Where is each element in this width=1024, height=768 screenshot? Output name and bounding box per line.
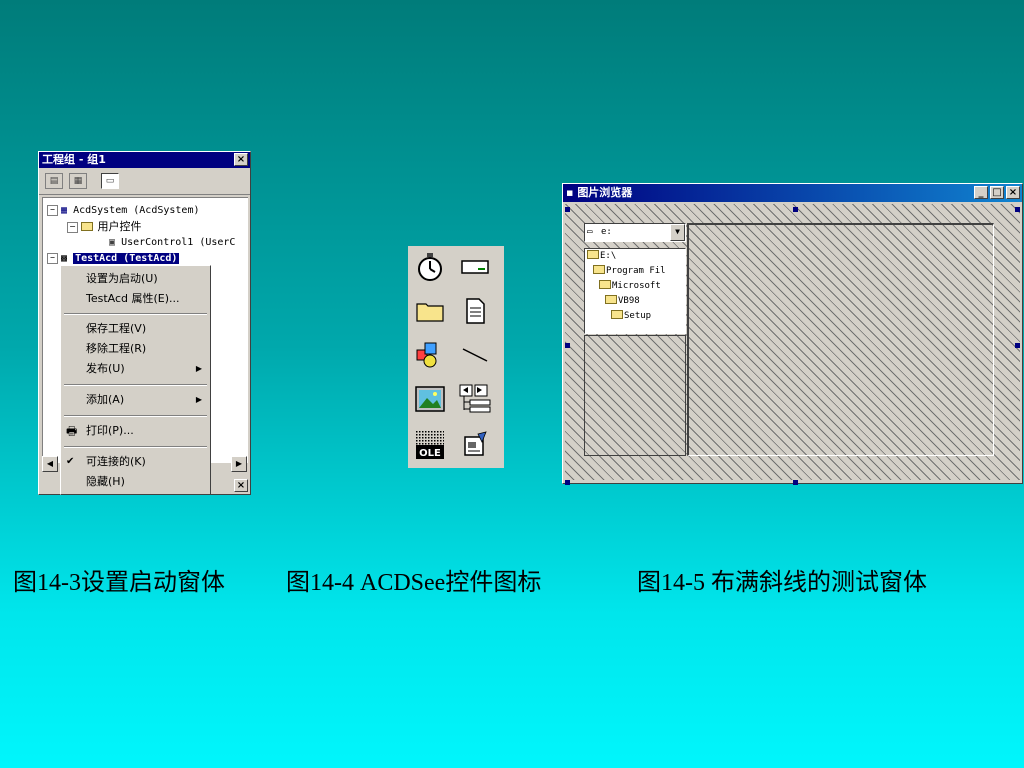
tree-node-testacd[interactable]: − ▩ TestAcd (TestAcd) <box>47 252 180 266</box>
tree-node-label: AcdSystem (AcdSystem) <box>73 205 200 216</box>
scroll-left-icon[interactable]: ◀ <box>42 456 58 472</box>
resize-handle[interactable] <box>1015 207 1020 212</box>
submenu-arrow-icon: ▶ <box>195 395 202 404</box>
menu-item-label: 添加(A) <box>86 393 125 406</box>
usercontrol-icon: ▣ <box>109 237 116 248</box>
menu-item-label: 打印(P)... <box>86 424 134 437</box>
minimize-button[interactable]: _ <box>974 186 988 199</box>
browser-window-title: 图片浏览器 <box>577 186 633 199</box>
folder-icon[interactable] <box>413 294 447 328</box>
picture-browser-window: ▪ 图片浏览器 _ □ × ▭ e: ▼ E:\ Program Fil Mic… <box>562 183 1023 485</box>
open-folder-icon <box>599 280 611 289</box>
drive-listbox-icon[interactable] <box>458 250 492 284</box>
menu-item-dockable[interactable]: ✔ 可连接的(K) <box>61 452 210 472</box>
menu-separator <box>64 384 207 386</box>
checkmark-icon: ✔ <box>66 456 75 467</box>
drive-combobox[interactable]: ▭ e: ▼ <box>584 223 686 242</box>
tree-node-label-selected: TestAcd (TestAcd) <box>73 253 180 264</box>
dir-item[interactable]: Microsoft <box>599 279 661 294</box>
submenu-arrow-icon: ▶ <box>195 364 202 373</box>
toggle-folders-icon[interactable]: ▭ <box>101 173 119 189</box>
menu-separator <box>64 415 207 417</box>
ole-icon[interactable]: OLE <box>413 428 447 462</box>
tree-node-usercontrols[interactable]: − 用户控件 <box>67 220 142 234</box>
resize-handle[interactable] <box>1015 343 1020 348</box>
menu-item-label: 可连接的(K) <box>86 455 146 468</box>
menu-item-label: 隐藏(H) <box>86 475 125 488</box>
menu-item-save-project[interactable]: 保存工程(V) <box>61 319 210 339</box>
menu-item-label: 设置为启动(U) <box>86 272 158 285</box>
resize-handle[interactable] <box>565 207 570 212</box>
menu-item-label: 移除工程(R) <box>86 342 147 355</box>
tree-node-label: UserControl1 (UserC <box>121 237 236 248</box>
menu-item-label: 保存工程(V) <box>86 322 147 335</box>
open-folder-icon <box>605 295 617 304</box>
menu-item-label: TestAcd 属性(E)... <box>86 292 180 305</box>
line-icon[interactable] <box>458 338 492 372</box>
open-folder-icon <box>587 250 599 259</box>
app-icon: ▪ <box>566 186 574 199</box>
browser-titlebar[interactable]: ▪ 图片浏览器 _ □ × <box>563 184 1022 202</box>
view-object-icon[interactable]: ▦ <box>69 173 87 189</box>
menu-separator <box>64 313 207 315</box>
acdsee-usercontrol-icon[interactable] <box>458 428 492 462</box>
ole-icon-label: OLE <box>419 448 441 459</box>
tree-node-usercontrol1[interactable]: ▣ UserControl1 (UserC <box>109 236 235 250</box>
resize-handle[interactable] <box>565 343 570 348</box>
project-window-title: 工程组 - 组1 <box>42 153 106 166</box>
menu-item-properties[interactable]: TestAcd 属性(E)... <box>61 289 210 309</box>
project-window-close-button[interactable]: × <box>234 153 248 166</box>
image-icon[interactable] <box>413 382 447 416</box>
menu-item-print[interactable]: 🖶 打印(P)... <box>61 421 210 441</box>
shape-icon[interactable] <box>413 338 447 372</box>
data-control-icon[interactable] <box>458 382 492 416</box>
tree-node-acdsystem[interactable]: − ▦ AcdSystem (AcdSystem) <box>47 204 200 218</box>
menu-item-publish[interactable]: 发布(U) ▶ <box>61 359 210 379</box>
resize-handle[interactable] <box>565 480 570 485</box>
open-folder-icon <box>593 265 605 274</box>
menu-item-remove-project[interactable]: 移除工程(R) <box>61 339 210 359</box>
acdsee-control-toolbox: OLE <box>408 246 504 468</box>
file-listbox[interactable] <box>584 335 686 456</box>
project-icon: ▩ <box>61 253 68 264</box>
dir-item[interactable]: Setup <box>611 309 651 324</box>
picture-box[interactable] <box>687 223 994 456</box>
resize-handle[interactable] <box>793 207 798 212</box>
project-icon: ▦ <box>61 205 68 216</box>
view-code-icon[interactable]: ▤ <box>45 173 63 189</box>
bottom-close-button[interactable]: × <box>234 479 248 492</box>
folder-icon <box>81 222 93 231</box>
drive-icon: ▭ <box>587 227 593 237</box>
maximize-button[interactable]: □ <box>990 186 1004 199</box>
printer-icon: 🖶 <box>66 424 78 438</box>
close-button[interactable]: × <box>1006 186 1020 199</box>
directory-listbox[interactable]: E:\ Program Fil Microsoft VB98 Setup <box>584 248 686 334</box>
dir-item[interactable]: VB98 <box>605 294 640 309</box>
caption-fig-14-4: 图14-4 ACDSee控件图标 <box>286 570 542 596</box>
menu-item-set-startup[interactable]: 设置为启动(U) <box>61 269 210 289</box>
menu-separator <box>64 446 207 448</box>
tree-expander-icon[interactable]: − <box>67 221 78 233</box>
file-listbox-icon[interactable] <box>458 294 492 328</box>
folder-icon <box>611 310 623 319</box>
scroll-right-icon[interactable]: ▶ <box>231 456 247 472</box>
hatched-test-form[interactable]: ▭ e: ▼ E:\ Program Fil Microsoft VB98 Se… <box>565 204 1020 485</box>
tree-expander-icon[interactable]: − <box>47 252 58 264</box>
timer-icon[interactable] <box>413 250 447 284</box>
drive-value: e: <box>601 227 612 237</box>
project-context-menu: 设置为启动(U) TestAcd 属性(E)... 保存工程(V) 移除工程(R… <box>60 265 211 495</box>
menu-item-hide[interactable]: 隐藏(H) <box>61 472 210 492</box>
tree-node-label: 用户控件 <box>97 220 142 233</box>
dir-item[interactable]: Program Fil <box>593 264 666 279</box>
dir-item[interactable]: E:\ <box>587 249 616 264</box>
resize-handle[interactable] <box>793 480 798 485</box>
chevron-down-icon[interactable]: ▼ <box>670 224 685 241</box>
caption-fig-14-5: 图14-5 布满斜线的测试窗体 <box>637 570 927 596</box>
menu-item-add[interactable]: 添加(A) ▶ <box>61 390 210 410</box>
menu-item-label: 发布(U) <box>86 362 125 375</box>
caption-fig-14-3: 图14-3设置启动窗体 <box>13 570 225 596</box>
project-window-titlebar[interactable]: 工程组 - 组1 × <box>39 152 250 168</box>
project-toolbar: ▤ ▦ ▭ <box>39 168 250 195</box>
tree-expander-icon[interactable]: − <box>47 204 58 216</box>
